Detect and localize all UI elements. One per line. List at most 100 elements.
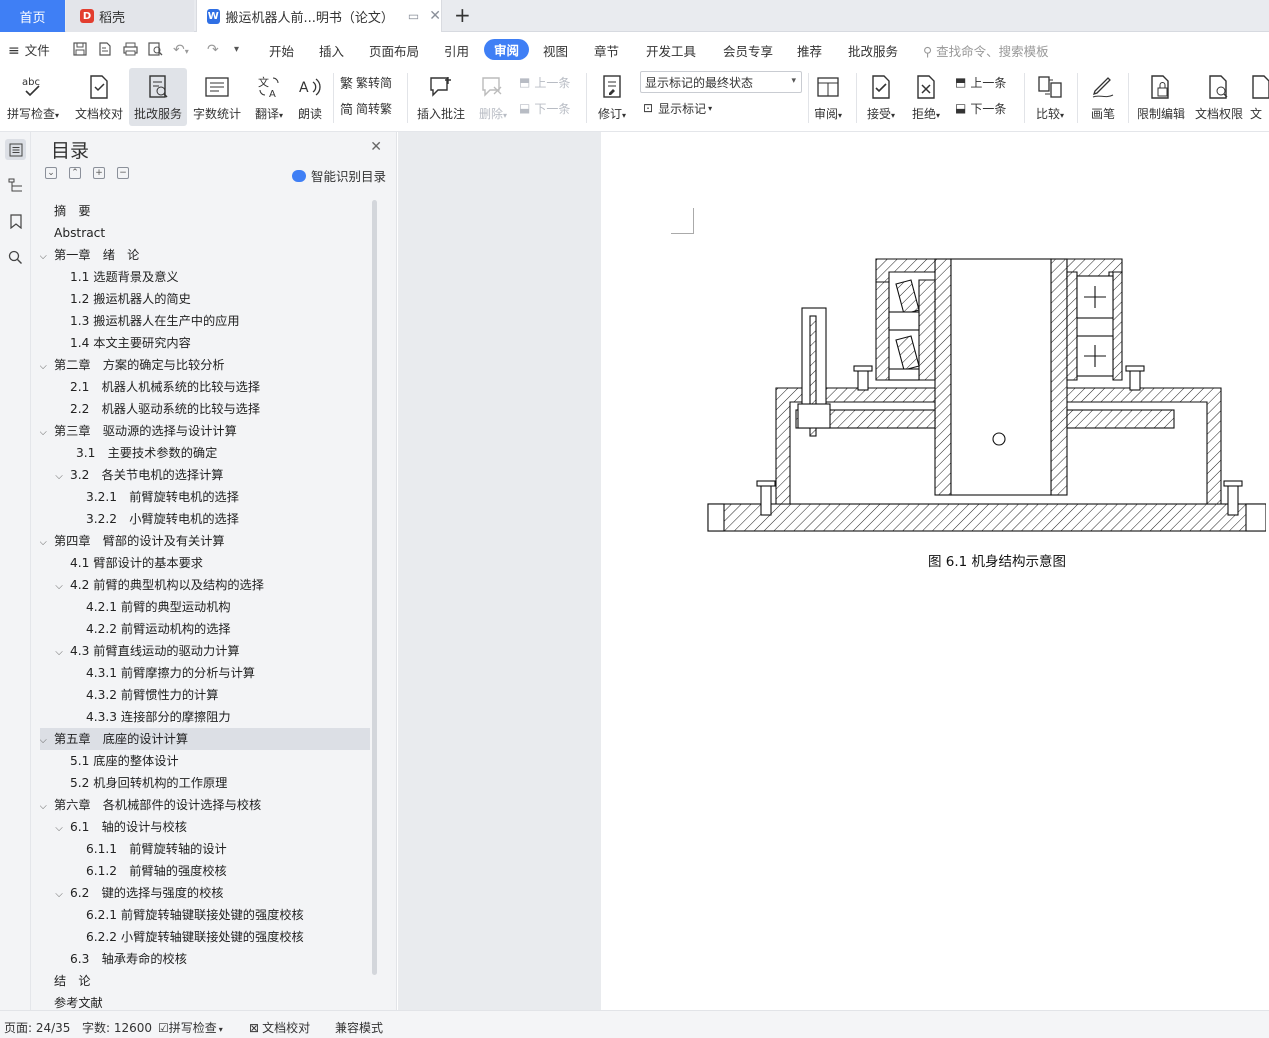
prev-change-button[interactable]: ⬒ 上一条 xyxy=(955,72,1006,92)
insert-comment-button[interactable]: 插入批注 xyxy=(413,68,469,126)
chevron-down-icon[interactable]: ⌵ xyxy=(40,532,50,554)
toc-item[interactable]: ⌵ 第六章 各机械部件的设计选择与校核 xyxy=(40,794,370,816)
compare-button[interactable]: 比较▾ xyxy=(1030,68,1070,126)
chevron-down-icon[interactable]: ⌵ xyxy=(52,642,66,664)
toc-item[interactable]: 5.1 底座的整体设计 xyxy=(40,750,370,772)
word-count-button[interactable]: 字数统计 xyxy=(191,68,243,126)
file-menu[interactable]: ≡ 文件 xyxy=(8,40,50,59)
toc-item[interactable]: 1.4 本文主要研究内容 xyxy=(40,332,370,354)
chevron-down-icon[interactable]: ⌵ xyxy=(52,818,66,840)
chevron-down-icon[interactable]: ⌵ xyxy=(52,466,66,488)
toc-item[interactable]: 4.2.1 前臂的典型运动机构 xyxy=(40,596,370,618)
toc-item[interactable]: ⌵ 第一章 绪 论 xyxy=(40,244,370,266)
menu-reference[interactable]: 引用 xyxy=(444,41,469,60)
toc-item[interactable]: 6.3 轴承寿命的校核 xyxy=(40,948,370,970)
toc-item[interactable]: 6.1.2 前臂轴的强度校核 xyxy=(40,860,370,882)
doc-proof-status[interactable]: ⊠ 文档校对 xyxy=(249,1019,310,1036)
toc-item[interactable]: 1.1 选题背景及意义 xyxy=(40,266,370,288)
toc-item[interactable]: 1.2 搬运机器人的简史 xyxy=(40,288,370,310)
toc-item[interactable]: ⌵ 6.1 轴的设计与校核 xyxy=(40,816,370,838)
close-tab-icon[interactable]: ✕ xyxy=(429,8,441,24)
toc-item[interactable]: 6.2.1 前臂旋转轴键联接处键的强度校核 xyxy=(40,904,370,926)
spell-check-status[interactable]: ☑拼写检查 ▾ xyxy=(158,1019,223,1036)
markup-state-select[interactable]: 显示标记的最终状态 ▾ xyxy=(640,71,802,93)
toc-item[interactable]: ⌵ 4.2 前臂的典型机构以及结构的选择 xyxy=(40,574,370,596)
toc-panel-icon[interactable] xyxy=(5,139,26,160)
review-service-button[interactable]: 批改服务 xyxy=(129,68,187,126)
window-restore-icon[interactable]: ▭ xyxy=(408,9,419,23)
track-changes-button[interactable]: 修订▾ xyxy=(592,68,632,126)
print-preview-icon[interactable] xyxy=(148,42,163,60)
review-pane-button[interactable]: 审阅▾ xyxy=(810,68,846,126)
word-count-indicator[interactable]: 字数: 12600 xyxy=(82,1019,152,1036)
menu-developer[interactable]: 开发工具 xyxy=(646,41,696,60)
chevron-down-icon[interactable]: ⌵ xyxy=(52,576,66,598)
tab-daoke[interactable]: D 稻壳 xyxy=(66,0,194,32)
expand-up-icon[interactable]: ⌃ xyxy=(69,167,81,179)
smart-toc-button[interactable]: 智能识别目录 xyxy=(291,166,386,185)
chevron-down-icon[interactable]: ⌵ xyxy=(52,884,66,906)
accept-button[interactable]: 接受▾ xyxy=(862,68,900,126)
doc-rights-button[interactable]: 文档权限 xyxy=(1193,68,1245,126)
toc-item[interactable]: 3.2.2 小臂旋转电机的选择 xyxy=(40,508,370,530)
toc-item[interactable]: 摘 要 xyxy=(40,200,370,222)
export-pdf-icon[interactable] xyxy=(98,42,112,60)
new-tab-button[interactable]: + xyxy=(454,4,471,26)
print-icon[interactable] xyxy=(123,42,138,60)
doc-proof-button[interactable]: 文档校对 xyxy=(72,68,126,126)
redo-icon[interactable]: ↷ xyxy=(207,42,219,58)
next-comment-button[interactable]: ⬓ 下一条 xyxy=(519,98,570,118)
menu-start[interactable]: 开始 xyxy=(269,41,294,60)
menu-view[interactable]: 视图 xyxy=(543,41,568,60)
close-icon[interactable]: ✕ xyxy=(370,139,382,155)
toc-item[interactable]: 2.1 机器人机械系统的比较与选择 xyxy=(40,376,370,398)
menu-review-service[interactable]: 批改服务 xyxy=(848,41,898,60)
toc-item[interactable]: 6.1.1 前臂旋转轴的设计 xyxy=(40,838,370,860)
menu-insert[interactable]: 插入 xyxy=(319,41,344,60)
next-change-button[interactable]: ⬓ 下一条 xyxy=(955,98,1006,118)
toc-item[interactable]: 3.2.1 前臂旋转电机的选择 xyxy=(40,486,370,508)
chevron-down-icon[interactable]: ⌵ xyxy=(40,422,50,444)
toc-item[interactable]: ⌵ 4.3 前臂直线运动的驱动力计算 xyxy=(40,640,370,662)
toc-item[interactable]: ⌵ 6.2 键的选择与强度的校核 xyxy=(40,882,370,904)
toc-scrollbar[interactable] xyxy=(372,200,377,975)
collapse-all-icon[interactable]: ⌄ xyxy=(45,167,57,179)
toc-item[interactable]: 4.3.3 连接部分的摩擦阻力 xyxy=(40,706,370,728)
chevron-down-icon[interactable]: ⌵ xyxy=(40,356,50,378)
toc-item[interactable]: 4.3.2 前臂惯性力的计算 xyxy=(40,684,370,706)
toc-item[interactable]: 1.3 搬运机器人在生产中的应用 xyxy=(40,310,370,332)
undo-icon[interactable]: ↶▾ xyxy=(173,42,189,58)
toc-item[interactable]: ⌵ 第五章 底座的设计计算 xyxy=(40,728,370,750)
customize-toolbar-icon[interactable]: ▾ xyxy=(234,44,239,55)
read-aloud-button[interactable]: A 朗读 xyxy=(293,68,327,126)
toc-item[interactable]: 4.2.2 前臂运动机构的选择 xyxy=(40,618,370,640)
ink-pen-button[interactable]: 画笔 xyxy=(1085,68,1121,126)
chapter-nav-icon[interactable] xyxy=(5,175,26,196)
command-search[interactable]: ⚲ 查找命令、搜索模板 xyxy=(923,41,1049,60)
toc-item[interactable]: 5.2 机身回转机构的工作原理 xyxy=(40,772,370,794)
save-icon[interactable] xyxy=(73,42,87,60)
menu-member[interactable]: 会员专享 xyxy=(723,41,773,60)
toc-item[interactable]: ⌵ 3.2 各关节电机的选择计算 xyxy=(40,464,370,486)
restrict-editing-button[interactable]: 限制编辑 xyxy=(1134,68,1188,126)
menu-section[interactable]: 章节 xyxy=(594,41,619,60)
chevron-down-icon[interactable]: ⌵ xyxy=(40,246,50,268)
add-heading-icon[interactable]: + xyxy=(93,167,105,179)
menu-recommend[interactable]: 推荐 xyxy=(797,41,822,60)
doc-more-button[interactable]: 文 xyxy=(1250,68,1269,126)
simp-to-trad-button[interactable]: 简简转繁 xyxy=(340,98,392,118)
toc-item[interactable]: 4.3.1 前臂摩擦力的分析与计算 xyxy=(40,662,370,684)
reject-button[interactable]: 拒绝▾ xyxy=(906,68,946,126)
toc-item[interactable]: 4.1 臂部设计的基本要求 xyxy=(40,552,370,574)
toc-item[interactable]: 结 论 xyxy=(40,970,370,992)
chevron-down-icon[interactable]: ⌵ xyxy=(40,730,50,752)
menu-review-active[interactable]: 审阅 xyxy=(484,39,529,60)
toc-item[interactable]: ⌵ 第二章 方案的确定与比较分析 xyxy=(40,354,370,376)
chevron-down-icon[interactable]: ⌵ xyxy=(40,796,50,818)
bookmark-icon[interactable] xyxy=(5,211,26,232)
spell-check-button[interactable]: abc 拼写检查▾ xyxy=(4,68,62,126)
toc-item[interactable]: ⌵ 第三章 驱动源的选择与设计计算 xyxy=(40,420,370,442)
tab-home[interactable]: 首页 xyxy=(0,0,65,32)
toc-item[interactable]: 参考文献 xyxy=(40,992,370,1010)
toc-item[interactable]: ⌵ 第四章 臂部的设计及有关计算 xyxy=(40,530,370,552)
